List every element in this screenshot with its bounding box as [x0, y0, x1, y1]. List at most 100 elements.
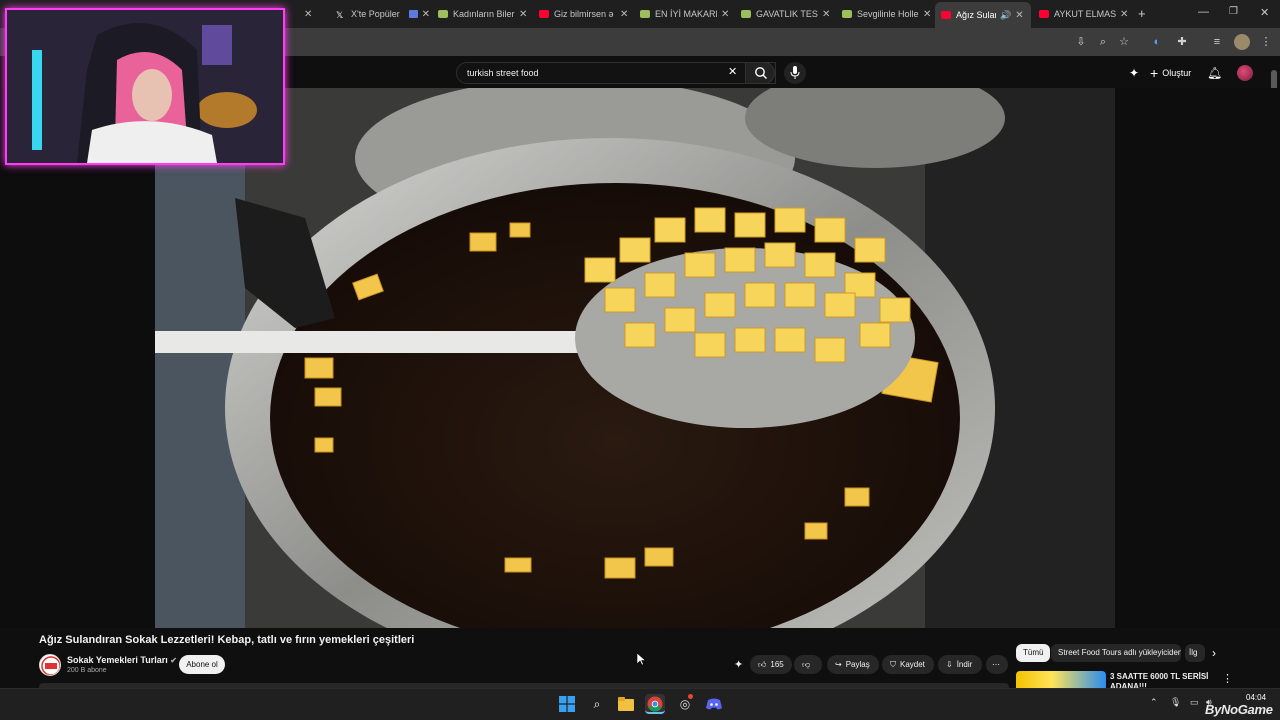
tab-title: Sevgilinle Holle: [857, 9, 919, 19]
account-avatar[interactable]: [1237, 65, 1253, 81]
browser-tab[interactable]: Giz bilmirsen ə ✕: [533, 4, 633, 24]
tab-close-icon[interactable]: ✕: [422, 9, 430, 20]
tab-close-icon[interactable]: ✕: [1015, 10, 1023, 21]
like-button[interactable]: 👍︎ 165: [750, 655, 792, 674]
more-actions-button[interactable]: ⋯: [986, 655, 1008, 674]
subscribe-button[interactable]: Abone ol: [179, 655, 225, 674]
download-label: İndir: [956, 660, 973, 669]
start-windows-icon[interactable]: [557, 694, 577, 714]
tab-title: EN İYİ MAKARN: [655, 9, 717, 19]
install-icon[interactable]: ⇩: [1073, 34, 1089, 50]
video-title: Ağız Sulandıran Sokak Lezzetleri! Kebap,…: [39, 634, 415, 646]
tab-title: Kadınların Biler: [453, 9, 515, 19]
screen-share-icon: [408, 10, 418, 18]
tab-close-icon[interactable]: ✕: [304, 9, 312, 20]
notifications-bell-icon[interactable]: 🔔︎: [1207, 64, 1222, 82]
chip-all[interactable]: Tümü: [1016, 644, 1051, 662]
more-horizontal-icon: ⋯: [992, 660, 1000, 669]
chevron-right-icon[interactable]: ›: [1212, 646, 1216, 660]
channel-logo-icon: [41, 656, 60, 675]
bookmark-star-icon[interactable]: ☆: [1116, 34, 1132, 50]
share-arrow-icon: ↪: [835, 660, 842, 669]
youtube-icon: [539, 10, 549, 18]
download-icon: ⇩: [946, 660, 953, 669]
chip-related[interactable]: İlg: [1185, 644, 1205, 662]
browser-tab[interactable]: AYKUT ELMAS ✕: [1033, 4, 1133, 24]
browser-tab[interactable]: Kadınların Biler ✕: [432, 4, 532, 24]
share-label: Paylaş: [845, 660, 870, 669]
zoom-icon[interactable]: ⌕: [1095, 34, 1111, 50]
speaker-icon[interactable]: 🔊: [1000, 10, 1011, 21]
plus-icon: +: [1150, 65, 1159, 81]
youtube-icon: [941, 11, 951, 19]
channel-name-label: Sokak Yemekleri Turları: [67, 655, 168, 665]
tab-close-icon[interactable]: ✕: [519, 9, 527, 20]
cam-icon: [741, 10, 751, 18]
ask-ai-sparkle-icon[interactable]: ✦: [734, 658, 743, 671]
like-count: 165: [770, 660, 784, 669]
streamer-watermark: ByNoGame: [1205, 702, 1273, 717]
profile-avatar[interactable]: [1234, 34, 1250, 50]
chip-uploader[interactable]: Street Food Tours adlı yükleyiciden: [1051, 644, 1181, 662]
cam-icon: [438, 10, 448, 18]
browser-tab[interactable]: Sevgilinle Holle ✕: [836, 4, 936, 24]
more-vertical-icon[interactable]: ⋮: [1222, 672, 1233, 685]
tab-title: Ağız Sulan: [956, 10, 996, 20]
tab-close-icon[interactable]: ✕: [923, 9, 931, 20]
mouse-cursor: [636, 652, 647, 666]
file-explorer-icon[interactable]: [616, 694, 636, 714]
browser-tab-active[interactable]: Ağız Sulan 🔊 ✕: [935, 2, 1031, 28]
tray-microphone-icon[interactable]: 🎙︎: [1170, 697, 1181, 708]
x-icon: 𝕏: [336, 10, 344, 20]
microphone-icon: [790, 66, 800, 79]
download-button[interactable]: ⇩ İndir: [938, 655, 982, 674]
webcam-image: [7, 10, 283, 163]
search-button[interactable]: [745, 62, 775, 84]
clear-search-icon[interactable]: ✕: [728, 65, 737, 78]
browser-tab[interactable]: p ✕: [280, 4, 328, 24]
save-button[interactable]: ⛉ Kaydet: [882, 655, 934, 674]
close-window-icon[interactable]: ✕: [1260, 6, 1269, 19]
browser-tab[interactable]: 𝕏 X'te Popüler ✕: [330, 4, 430, 24]
share-button[interactable]: ↪ Paylaş: [827, 655, 879, 674]
extension-icon[interactable]: ◐: [1149, 34, 1165, 50]
player-letterbox-left: [0, 88, 155, 628]
browser-tab[interactable]: GAVATLIK TEST ✕: [735, 4, 835, 24]
channel-avatar[interactable]: [39, 654, 61, 676]
tray-chevron-up-icon[interactable]: ⌃: [1150, 697, 1158, 708]
tab-close-icon[interactable]: ✕: [620, 9, 628, 20]
tab-close-icon[interactable]: ✕: [721, 9, 729, 20]
tab-title: GAVATLIK TEST: [756, 9, 818, 19]
browser-menu-icon[interactable]: ⋮: [1258, 34, 1274, 50]
tab-close-icon[interactable]: ✕: [822, 9, 830, 20]
voice-search-button[interactable]: [784, 62, 806, 84]
video-frame: [155, 88, 1115, 628]
channel-name[interactable]: Sokak Yemekleri Turları ✔: [67, 655, 177, 665]
tab-close-icon[interactable]: ✕: [1120, 9, 1128, 20]
minimize-icon[interactable]: —: [1198, 6, 1209, 18]
notification-dot: [688, 694, 693, 699]
browser-tab[interactable]: EN İYİ MAKARN ✕: [634, 4, 734, 24]
new-tab-button[interactable]: +: [1138, 6, 1146, 21]
tab-title: Giz bilmirsen ə: [554, 9, 614, 19]
sparkle-icon[interactable]: ✦: [1127, 64, 1141, 82]
youtube-icon: [1039, 10, 1049, 18]
media-control-icon[interactable]: ≡: [1209, 34, 1225, 50]
subscriber-count: 200 B abone: [67, 667, 107, 674]
search-icon[interactable]: ⌕: [587, 694, 607, 714]
tray-network-icon[interactable]: ▭: [1190, 697, 1199, 708]
tray-clock[interactable]: 04:04: [1246, 693, 1266, 702]
bookmark-icon: ⛉: [890, 660, 896, 669]
dislike-button[interactable]: 👎︎: [794, 655, 822, 674]
video-player[interactable]: [155, 88, 1115, 628]
create-label: Oluştur: [1162, 68, 1192, 78]
tab-title: X'te Popüler: [351, 9, 400, 19]
discord-icon[interactable]: [704, 694, 724, 714]
extensions-puzzle-icon[interactable]: ✚: [1174, 34, 1190, 50]
thumbs-down-icon: 👎︎: [802, 660, 811, 669]
restore-icon[interactable]: ❐: [1229, 6, 1238, 17]
chrome-icon[interactable]: [645, 694, 665, 714]
create-button[interactable]: + Oluştur: [1150, 64, 1191, 82]
thumbs-up-icon: 👍︎: [758, 660, 767, 669]
save-label: Kaydet: [900, 660, 925, 669]
